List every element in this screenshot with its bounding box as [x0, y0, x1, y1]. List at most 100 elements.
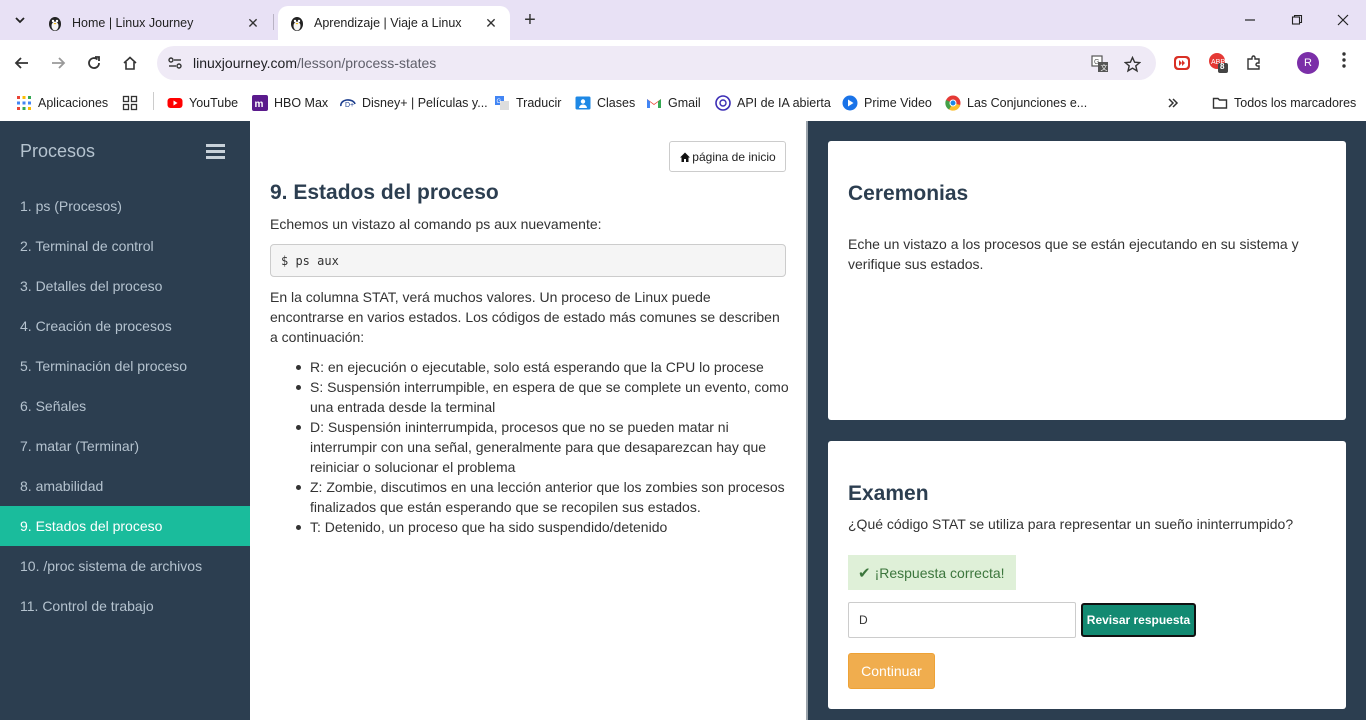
tab-title: Aprendizaje | Viaje a Linux [314, 16, 462, 30]
svg-text:G: G [1094, 59, 1099, 66]
adblock-icon: ABP [1209, 53, 1228, 73]
tab-search-button[interactable] [8, 8, 32, 32]
home-button[interactable] [118, 51, 142, 75]
profile-avatar[interactable]: R [1297, 52, 1319, 74]
sidebar-item[interactable]: 4. Creación de procesos [0, 306, 250, 346]
answer-input[interactable] [848, 602, 1076, 638]
extensions-menu-button[interactable] [1243, 52, 1265, 74]
tab-aprendizaje[interactable]: Aprendizaje | Viaje a Linux ✕ [278, 6, 510, 40]
bookmark-hbo-max[interactable]: m HBO Max [252, 92, 328, 114]
bookmark-disney-plus[interactable]: D+ Disney+ | Películas y... [340, 92, 488, 114]
continue-button[interactable]: Continuar [848, 653, 935, 689]
bookmark-clases[interactable]: Clases [575, 92, 635, 114]
close-tab-icon[interactable]: ✕ [244, 15, 262, 32]
restore-button[interactable] [1282, 8, 1312, 32]
home-icon [680, 152, 691, 162]
forward-button[interactable] [46, 51, 70, 75]
back-button[interactable] [10, 51, 34, 75]
video-speed-icon [1174, 56, 1190, 70]
bookmark-label: Traducir [516, 96, 562, 110]
browser-tab-bar: Home | Linux Journey ✕ Aprendizaje | Via… [0, 0, 1366, 40]
svg-text:D+: D+ [345, 102, 354, 109]
sidebar-item[interactable]: 7. matar (Terminar) [0, 426, 250, 466]
browser-menu-button[interactable] [1334, 52, 1354, 74]
all-bookmarks-button[interactable]: Todos los marcadores [1212, 92, 1356, 114]
restore-icon [1291, 14, 1303, 25]
bookmark-grid[interactable] [122, 92, 144, 114]
close-tab-icon[interactable]: ✕ [482, 15, 500, 32]
bookmark-label: YouTube [189, 96, 239, 110]
star-icon [1123, 55, 1141, 72]
site-info-icon[interactable] [167, 55, 183, 71]
bookmark-gmail[interactable]: Gmail [646, 92, 701, 114]
sidebar-item[interactable]: 11. Control de trabajo [0, 586, 250, 626]
bookmark-conjunciones[interactable]: Las Conjunciones e... [945, 92, 1087, 114]
sidebar-item[interactable]: 1. ps (Procesos) [0, 186, 250, 226]
browser-toolbar: linuxjourney.com/lesson/process-states G… [0, 40, 1366, 86]
home-page-button[interactable]: página de inicio [669, 141, 786, 172]
bookmark-openai[interactable]: API de IA abierta [715, 92, 831, 114]
home-page-label: página de inicio [692, 149, 776, 164]
new-tab-button[interactable]: + [519, 10, 541, 32]
sidebar-title: Procesos [20, 141, 96, 161]
extension-adblock-button[interactable]: ABP 8 [1207, 52, 1229, 74]
translate-page-button[interactable]: G文 [1090, 54, 1110, 74]
gmail-icon [647, 99, 661, 108]
hamburger-menu-icon[interactable] [206, 144, 225, 160]
bookmark-prime-video[interactable]: Prime Video [842, 92, 932, 114]
classroom-icon [575, 96, 591, 110]
address-bar[interactable]: linuxjourney.com/lesson/process-states G… [157, 46, 1156, 80]
url-path: /lesson/process-states [297, 55, 437, 71]
svg-text:文: 文 [1101, 63, 1108, 72]
hbo-max-icon: m [252, 95, 268, 111]
sidebar-item[interactable]: 5. Terminación del proceso [0, 346, 250, 386]
check-answer-button[interactable]: Revisar respuesta [1081, 603, 1196, 637]
bookmark-aplicaciones[interactable]: Aplicaciones [16, 92, 108, 114]
sidebar-item[interactable]: 8. amabilidad [0, 466, 250, 506]
state-list-item: Z: Zombie, discutimos en una lección ant… [290, 477, 790, 517]
bookmark-star-button[interactable] [1122, 54, 1142, 74]
url-host: linuxjourney.com [193, 55, 298, 71]
chrome-icon [945, 95, 961, 111]
exercise-text: Eche un vistazo a los procesos que se es… [848, 236, 1299, 272]
quiz-card: Examen ¿Qué código STAT se utiliza para … [828, 441, 1346, 709]
bookmark-label: Clases [597, 96, 636, 110]
extension-badge: 8 [1220, 62, 1225, 71]
reload-button[interactable] [82, 51, 106, 75]
minimize-icon [1245, 19, 1255, 21]
sidebar-item[interactable]: 3. Detalles del proceso [0, 266, 250, 306]
bookmark-traducir[interactable]: G Traducir [494, 92, 561, 114]
extension-video-button[interactable] [1171, 52, 1193, 74]
more-vert-icon [1342, 52, 1346, 68]
puzzle-icon [1247, 55, 1260, 70]
sidebar-item[interactable]: 2. Terminal de control [0, 226, 250, 266]
bookmark-label: Gmail [668, 96, 701, 110]
svg-text:m: m [255, 99, 264, 110]
bookmark-label: Prime Video [864, 96, 932, 110]
lesson-intro: Echemos un vistazo al comando ps aux nue… [270, 216, 602, 232]
close-window-button[interactable] [1328, 8, 1358, 32]
bookmarks-bar: Aplicaciones YouTube m HBO Max D+ Disney… [0, 86, 1366, 121]
reload-icon [88, 56, 100, 69]
arrow-right-icon [52, 57, 66, 69]
tux-icon [291, 17, 303, 31]
check-icon: ✔ [858, 564, 871, 582]
home-icon [123, 56, 137, 70]
bookmarks-overflow-button[interactable] [1165, 92, 1187, 114]
bookmark-youtube[interactable]: YouTube [167, 92, 238, 114]
tab-title: Home | Linux Journey [72, 16, 194, 30]
state-list-item: R: en ejecución o ejecutable, solo está … [290, 357, 790, 377]
url-text: linuxjourney.com/lesson/process-states [193, 55, 436, 71]
sidebar-item[interactable]: 9. Estados del proceso [0, 506, 250, 546]
sidebar-item[interactable]: 6. Señales [0, 386, 250, 426]
bookmarks-separator [153, 92, 154, 110]
state-list-item: S: Suspensión interrumpible, en espera d… [290, 377, 790, 417]
tab-home-linux-journey[interactable]: Home | Linux Journey ✕ [36, 6, 272, 40]
state-list-item: D: Suspensión ininterrumpida, procesos q… [290, 417, 790, 477]
process-states-list: R: en ejecución o ejecutable, solo está … [290, 357, 790, 537]
feedback-text: ¡Respuesta correcta! [874, 564, 1005, 581]
arrow-left-icon [14, 57, 28, 69]
minimize-button[interactable] [1235, 8, 1265, 32]
bookmark-label: API de IA abierta [737, 96, 831, 110]
sidebar-item[interactable]: 10. /proc sistema de archivos [0, 546, 250, 586]
